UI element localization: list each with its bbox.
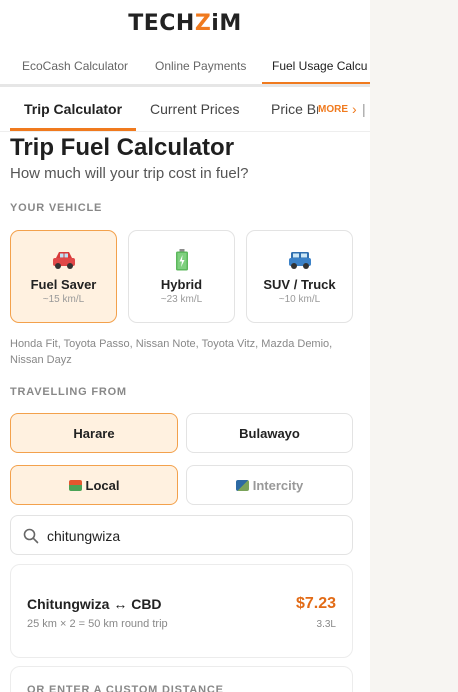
vehicle-section-label: YOUR VEHICLE xyxy=(10,202,103,214)
result-litres: 3.3L xyxy=(316,619,336,630)
tab-current-prices[interactable]: Current Prices xyxy=(150,101,239,117)
tab-fuel-usage-calculator[interactable]: Fuel Usage Calcu xyxy=(272,59,367,73)
trip-mode-label: Intercity xyxy=(252,477,304,493)
origin-section-label: TRAVELLING FROM xyxy=(10,386,127,398)
techzim-logo[interactable]: TECHZiM xyxy=(128,11,241,36)
fuel-calculator-app: TECHZiM EcoCash Calculator Online Paymen… xyxy=(0,0,370,692)
vehicle-option-suv-truck[interactable]: SUV / Truck ~10 km/L xyxy=(246,230,353,323)
city-option-harare[interactable]: Harare xyxy=(10,413,178,453)
search-input[interactable] xyxy=(45,524,339,548)
vehicle-efficiency: ~10 km/L xyxy=(278,294,321,305)
more-tabs-button[interactable]: MORE xyxy=(318,104,352,115)
battery-icon xyxy=(175,249,188,271)
calculator-subtabs: Trip Calculator Current Prices Price Br … xyxy=(0,87,370,132)
vehicle-name: Fuel Saver xyxy=(30,277,97,292)
active-subtab-indicator xyxy=(10,128,136,131)
overflow-tab-fragment: | xyxy=(362,101,366,117)
city-label: Harare xyxy=(73,425,115,441)
tab-trip-calculator[interactable]: Trip Calculator xyxy=(24,101,122,117)
red-car-icon xyxy=(52,252,75,269)
trip-mode-local[interactable]: Local xyxy=(10,465,178,505)
active-tab-indicator xyxy=(262,82,370,84)
road-icon xyxy=(235,479,249,491)
custom-distance-label: OR ENTER A CUSTOM DISTANCE xyxy=(27,684,224,692)
trip-result-card[interactable]: Chitungwiza ↔ CBD 25 km × 2 = 50 km roun… xyxy=(10,564,353,658)
vehicle-efficiency: ~23 km/L xyxy=(160,294,203,305)
result-cost: $7.23 xyxy=(295,595,336,612)
trip-mode-label: Local xyxy=(85,477,120,493)
vehicle-option-fuel-saver[interactable]: Fuel Saver ~15 km/L xyxy=(10,230,117,323)
result-route: Chitungwiza ↔ CBD xyxy=(27,596,162,612)
trip-mode-intercity[interactable]: Intercity xyxy=(186,465,353,505)
suv-icon xyxy=(288,252,311,269)
site-header: TECHZiM xyxy=(0,0,370,46)
vehicle-name: SUV / Truck xyxy=(263,277,336,292)
result-distance-detail: 25 km × 2 = 50 km round trip xyxy=(27,618,168,630)
city-option-bulawayo[interactable]: Bulawayo xyxy=(186,413,353,453)
tab-online-payments[interactable]: Online Payments xyxy=(155,59,246,73)
custom-distance-card[interactable]: OR ENTER A CUSTOM DISTANCE xyxy=(10,666,353,692)
search-icon xyxy=(23,528,39,544)
tool-tabs: EcoCash Calculator Online Payments Fuel … xyxy=(0,46,370,87)
vehicle-efficiency: ~15 km/L xyxy=(42,294,85,305)
vehicle-examples: Honda Fit, Toyota Passo, Nissan Note, To… xyxy=(10,338,333,366)
vehicle-option-hybrid[interactable]: Hybrid ~23 km/L xyxy=(128,230,235,323)
houses-icon xyxy=(68,479,82,491)
tab-ecocash-calculator[interactable]: EcoCash Calculator xyxy=(22,59,128,73)
vehicle-name: Hybrid xyxy=(160,277,203,292)
tab-price-breakdown[interactable]: Price Br xyxy=(271,101,321,117)
city-label: Bulawayo xyxy=(239,425,300,441)
chevron-right-icon[interactable]: › xyxy=(352,101,357,117)
destination-search[interactable] xyxy=(10,515,353,555)
page-background xyxy=(370,0,458,692)
page-subtitle: How much will your trip cost in fuel? xyxy=(10,165,249,182)
page-title: Trip Fuel Calculator xyxy=(10,134,235,161)
